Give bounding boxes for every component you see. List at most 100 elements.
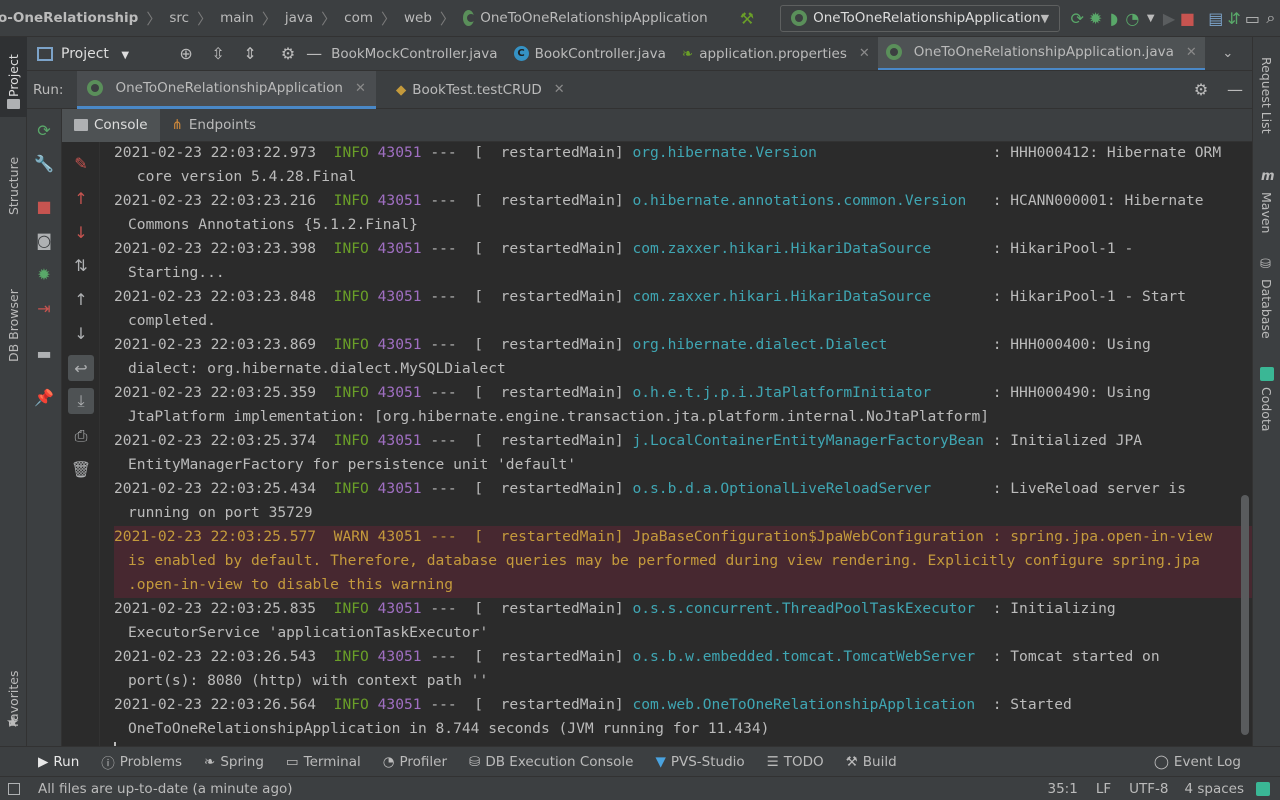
settings-gear-icon[interactable]: ⚙ [275,41,301,67]
log-continuation: completed. [128,312,216,329]
layout-icon[interactable]: ▬ [31,340,57,366]
toolwin-spring[interactable]: ❧ Spring [193,754,275,770]
run-config-label: OneToOneRelationshipApplication [813,10,1041,26]
breadcrumb-java[interactable]: java [285,10,313,26]
log-level: INFO [333,648,369,665]
breadcrumb-web[interactable]: web [404,10,432,26]
toolwin-todo[interactable]: ☰ TODO [756,754,835,770]
breadcrumb-main[interactable]: main [220,10,254,26]
close-icon[interactable]: ✕ [859,46,870,61]
log-thread: --- [ restartedMain] [430,480,624,497]
tab-bookmockcontroller[interactable]: BookMockController.java [323,37,506,70]
log-pid: 43051 [377,480,422,497]
run-configuration-select[interactable]: OneToOneRelationshipApplication ▼ [780,4,1061,32]
scroll-down-icon[interactable]: ↓ [68,320,94,346]
line-separator[interactable]: LF [1096,781,1111,797]
tab-bookcontroller[interactable]: C BookController.java [506,37,674,70]
close-icon[interactable]: ✕ [554,82,565,97]
tab-label: OneToOneRelationshipApplication.java [913,44,1174,60]
db-browser-tool-tab[interactable]: DB Browser [6,289,21,362]
camera-icon[interactable]: ◙ [31,227,57,253]
debug-bug-icon[interactable]: ✹ [31,261,57,287]
log-thread: --- [ restartedMain] [430,240,624,257]
vcs-icon[interactable]: ⇵ [1225,5,1243,31]
up-arrow-icon[interactable]: ↑ [68,185,94,211]
search-icon[interactable]: ⌕ [1262,5,1280,31]
tab-console[interactable]: Console [62,108,160,142]
coverage-icon[interactable]: ◗ [1105,5,1123,31]
hide-minus-icon[interactable]: — [1222,77,1248,103]
log-level: INFO [333,144,369,161]
breadcrumb-src[interactable]: src [169,10,189,26]
toolwin-event-log[interactable]: ◯ Event Log [1143,754,1252,770]
run-play-icon[interactable]: ▶ [1160,5,1178,31]
profile-icon[interactable]: ◔ [1123,5,1141,31]
console-output[interactable]: 2021-02-23 22:03:22.973 INFO 43051 --- [… [100,142,1252,746]
toolwin-db-execution-console[interactable]: ⛁ DB Execution Console [458,754,644,770]
close-icon[interactable]: ✕ [355,81,366,96]
spring-leaf-icon: ❧ [681,45,694,62]
sort-icon[interactable]: ⇅ [68,252,94,278]
locate-icon[interactable]: ⊕ [173,41,199,67]
build-hammer-icon[interactable]: ⚒ [738,5,756,31]
soft-wrap-icon[interactable]: ↩ [68,355,94,381]
pvs-studio-icon: ▼ [655,753,666,770]
database-tool-tab[interactable]: Database [1259,279,1274,339]
stop-icon[interactable]: ■ [1178,5,1196,31]
stop-icon[interactable]: ■ [31,193,57,219]
terminal-icon[interactable]: ▭ [1243,5,1261,31]
expand-all-icon[interactable]: ⇳ [205,41,231,67]
settings-gear-icon[interactable]: ⚙ [1188,77,1214,103]
request-list-tool-tab[interactable]: Request List [1259,57,1274,134]
project-structure-icon[interactable]: ▤ [1207,5,1225,31]
caret-position[interactable]: 35:1 [1047,781,1077,797]
debug-bug-icon[interactable]: ✹ [1086,5,1104,31]
project-dropdown[interactable]: Project ▼ [61,46,129,62]
breadcrumb-project[interactable]: o-OneRelationship [0,10,138,26]
clear-highlight-icon[interactable]: ✎ [68,150,94,176]
indent-setting[interactable]: 4 spaces [1184,781,1244,797]
rerun-icon[interactable]: ⟳ [31,117,57,143]
pin-icon[interactable]: 📌 [31,384,57,410]
toggle-tool-windows-icon[interactable] [8,782,20,795]
star-icon: ★ [6,713,20,731]
run-tab-booktest[interactable]: ◆ BookTest.testCRUD ✕ [386,71,575,109]
trash-icon[interactable]: 🗑 [68,456,94,482]
rerun-icon[interactable]: ⟳ [1068,5,1086,31]
toolwin-problems[interactable]: ⓘ Problems [90,752,193,772]
status-message[interactable]: All files are up-to-date (a minute ago) [38,781,293,797]
tab-onetoonerelationshipapplication[interactable]: OneToOneRelationshipApplication.java ✕ [877,37,1205,70]
exit-icon[interactable]: ⇥ [31,295,57,321]
toolwin-pvs-studio[interactable]: ▼ PVS-Studio [644,754,755,770]
toolwin-build[interactable]: ⚒ Build [835,754,908,770]
log-pid: 43051 [377,144,422,161]
scroll-to-end-icon[interactable]: ⤓ [68,388,94,414]
breadcrumb-com[interactable]: com [344,10,373,26]
collapse-all-icon[interactable]: ⇕ [237,41,263,67]
edit-config-wrench-icon[interactable]: 🔧 [31,150,57,176]
tab-application-properties[interactable]: ❧ application.properties ✕ [674,37,878,70]
more-run-chevron-icon[interactable]: ▼ [1142,5,1160,31]
print-icon[interactable]: ⎙ [68,423,94,449]
file-encoding[interactable]: UTF-8 [1129,781,1168,797]
codota-status-icon[interactable] [1256,781,1270,796]
run-tab-application[interactable]: OneToOneRelationshipApplication ✕ [77,70,376,109]
toolwin-profiler[interactable]: ◔ Profiler [372,754,458,770]
tool-window-bar: ▶ Run ⓘ Problems ❧ Spring ▭ Terminal ◔ Profil… [27,746,1252,776]
toolwin-terminal[interactable]: ▭ Terminal [275,754,372,770]
breadcrumb-class[interactable]: OneToOneRelationshipApplication [480,10,708,26]
down-arrow-icon[interactable]: ↓ [68,219,94,245]
toolwin-run[interactable]: ▶ Run [27,754,90,770]
tab-endpoints[interactable]: ⋔ Endpoints [160,109,268,142]
scroll-up-icon[interactable]: ↑ [68,286,94,312]
maven-tool-tab[interactable]: Maven [1259,192,1274,233]
project-tool-tab[interactable]: Project [6,54,21,97]
codota-tool-tab[interactable]: Codota [1259,387,1274,432]
console-scrollbar[interactable] [1241,495,1249,735]
close-icon[interactable]: ✕ [1186,45,1197,60]
tab-list-chevron-icon[interactable]: ⌄ [1215,41,1241,67]
toolwin-label: Terminal [303,753,361,770]
structure-tool-tab[interactable]: Structure [6,157,21,215]
